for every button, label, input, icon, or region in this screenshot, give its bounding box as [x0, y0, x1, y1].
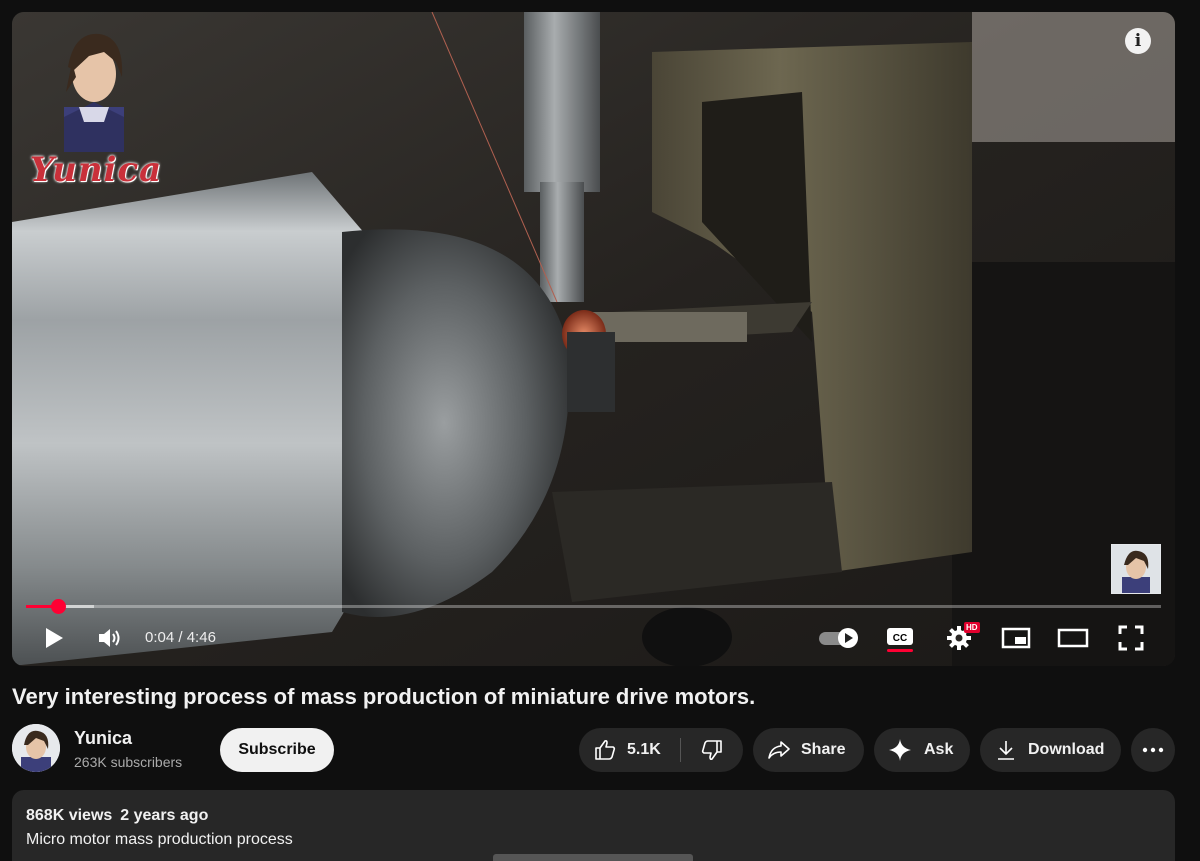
bottom-scroll-hint	[493, 854, 693, 861]
captions-button[interactable]: CC	[884, 616, 916, 660]
description-meta: 868K views 2 years ago	[26, 807, 208, 825]
channel-watermark[interactable]: Yunica	[26, 22, 166, 197]
watermark-text: Yunica	[29, 150, 163, 190]
theater-icon	[1057, 628, 1089, 648]
miniplayer-button[interactable]	[998, 616, 1034, 660]
miniplayer-icon	[1001, 627, 1031, 649]
more-icon	[1142, 747, 1164, 753]
share-label: Share	[801, 741, 846, 758]
settings-button[interactable]: HD	[942, 616, 980, 660]
video-still-image	[12, 12, 1175, 666]
volume-icon	[99, 629, 120, 647]
scrubber-handle[interactable]	[50, 599, 66, 614]
video-title: Very interesting process of mass product…	[12, 684, 756, 709]
thumbs-down-icon	[701, 740, 722, 761]
endscreen-avatar-image	[1112, 545, 1160, 593]
endscreen-channel-avatar[interactable]	[1111, 544, 1161, 594]
time-display: 0:04 / 4:46	[145, 616, 216, 660]
player-controls: 0:04 / 4:46 CC HD	[12, 616, 1175, 660]
more-actions-button[interactable]	[1131, 728, 1175, 772]
view-count: 868K views	[26, 807, 113, 824]
current-time: 0:04	[145, 629, 175, 646]
hd-badge: HD	[964, 622, 980, 633]
video-player[interactable]: Yunica i 0:04 / 4:46 CC HD	[12, 12, 1175, 666]
subscriber-count: 263K subscribers	[74, 754, 183, 770]
watermark-character-image	[64, 33, 124, 152]
share-icon	[768, 741, 790, 759]
channel-avatar-image	[12, 724, 60, 772]
autoplay-toggle[interactable]	[816, 616, 862, 660]
video-frame[interactable]	[12, 12, 1175, 666]
duration: 4:46	[186, 629, 216, 646]
subscribe-button[interactable]: Subscribe	[220, 728, 334, 772]
dislike-button[interactable]	[681, 728, 743, 772]
fullscreen-icon	[1118, 625, 1144, 651]
download-icon	[998, 741, 1014, 760]
ask-button[interactable]: Ask	[874, 728, 970, 772]
theater-mode-button[interactable]	[1054, 616, 1092, 660]
play-icon	[46, 628, 63, 648]
channel-name[interactable]: Yunica	[74, 728, 132, 749]
fullscreen-button[interactable]	[1114, 616, 1148, 660]
share-button[interactable]: Share	[753, 728, 864, 772]
info-icon[interactable]: i	[1125, 28, 1151, 54]
play-button[interactable]	[38, 616, 70, 660]
time-separator: /	[174, 629, 187, 646]
ask-label: Ask	[924, 741, 954, 758]
description-text: Micro motor mass production process	[26, 831, 293, 848]
watch-page: Yunica i 0:04 / 4:46 CC HD Very interest…	[0, 0, 1200, 861]
download-button[interactable]: Download	[980, 728, 1121, 772]
download-label: Download	[1028, 741, 1105, 758]
description-box[interactable]: 868K views 2 years ago Micro motor mass p…	[12, 790, 1175, 861]
owner-row: Yunica 263K subscribers Subscribe 5.1K S…	[12, 722, 1188, 778]
autoplay-toggle-icon	[819, 628, 858, 648]
progress-bar[interactable]	[26, 599, 1161, 614]
sparkle-icon	[889, 739, 911, 761]
upload-age: 2 years ago	[120, 807, 209, 824]
svg-text:CC: CC	[893, 633, 907, 644]
mute-button[interactable]	[94, 616, 128, 660]
like-dislike-group: 5.1K	[579, 728, 743, 772]
channel-avatar[interactable]	[12, 724, 60, 772]
captions-icon: CC	[887, 628, 913, 652]
thumbs-up-icon	[595, 739, 616, 760]
like-count: 5.1K	[627, 741, 661, 758]
like-button[interactable]: 5.1K	[579, 728, 679, 772]
